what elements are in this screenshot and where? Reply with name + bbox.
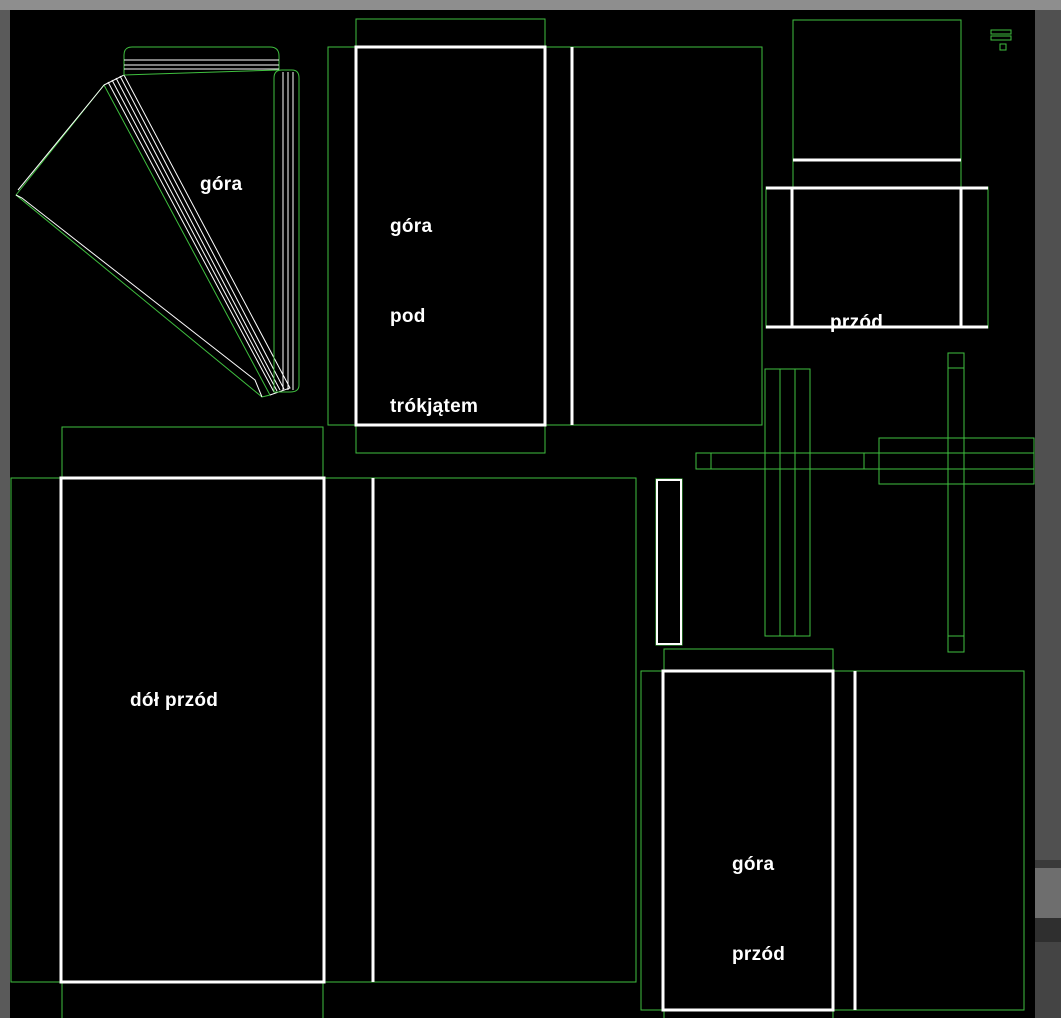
uv-layout <box>10 18 1035 1018</box>
uv-island-gora-przod <box>640 648 1025 1018</box>
label-gora-pod-trojkatem: góra pod trókjątem <box>390 216 479 417</box>
uv-island-strip <box>655 478 683 646</box>
uv-tiny-island-cluster <box>990 29 1012 51</box>
label-gora-przod: góra przód <box>732 854 786 965</box>
uv-island-cross-left <box>695 368 865 637</box>
uv-island-cross-right <box>863 352 1035 653</box>
label-dol-przod: dół przód <box>130 690 219 711</box>
uv-island-gora-fan <box>15 46 300 398</box>
label-gora: góra <box>200 174 243 195</box>
uv-island-dol-przod <box>10 426 637 1018</box>
label-przod: przód <box>830 312 884 333</box>
